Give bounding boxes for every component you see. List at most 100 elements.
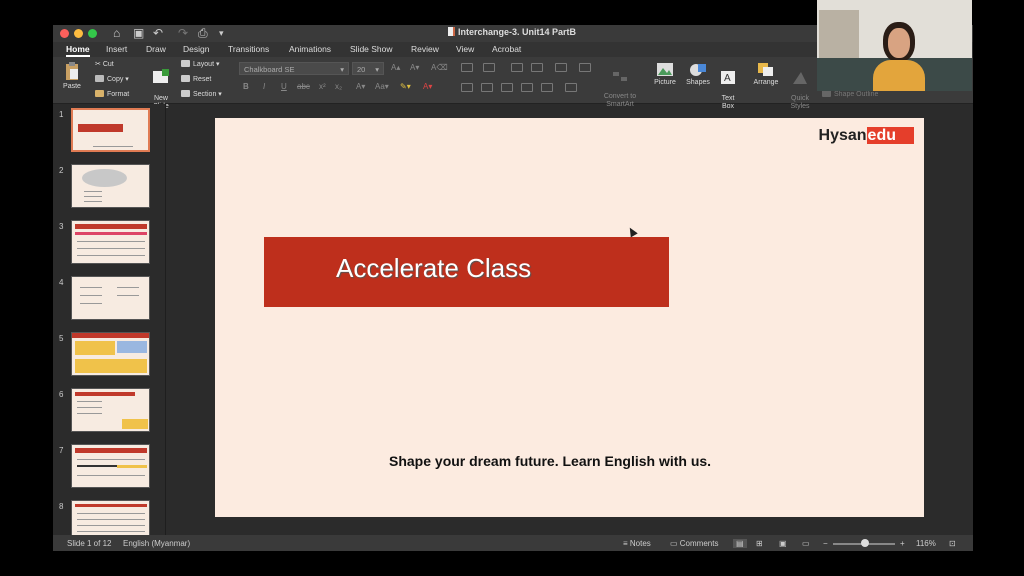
text-box-button[interactable]: A Text Box bbox=[716, 62, 740, 111]
align-right-icon[interactable] bbox=[501, 83, 513, 92]
customize-toolbar-icon[interactable]: ▾ bbox=[219, 26, 224, 41]
tab-animations[interactable]: Animations bbox=[289, 44, 331, 54]
thumbnail-preview bbox=[71, 276, 150, 320]
zoom-window-button[interactable] bbox=[88, 29, 97, 38]
home-icon[interactable]: ⌂ bbox=[113, 26, 120, 41]
smartart-icon bbox=[613, 72, 627, 81]
status-bar: Slide 1 of 12 English (Myanmar) ≡ Notes … bbox=[53, 535, 973, 551]
slide-canvas[interactable]: Hysanedu Accelerate Class Shape your dre… bbox=[215, 118, 924, 517]
decrease-font-icon[interactable]: A▾ bbox=[410, 63, 419, 72]
svg-text:A: A bbox=[724, 73, 731, 84]
tab-home[interactable]: Home bbox=[66, 44, 90, 57]
quick-styles-button[interactable]: Quick Styles bbox=[786, 62, 814, 111]
close-window-button[interactable] bbox=[60, 29, 69, 38]
decrease-indent-icon[interactable] bbox=[511, 63, 523, 72]
shapes-button[interactable]: Shapes bbox=[684, 62, 712, 86]
save-icon[interactable]: ▣ bbox=[133, 26, 144, 41]
font-color-icon[interactable]: A▾ bbox=[423, 82, 432, 91]
layout-icon bbox=[181, 60, 190, 67]
format-painter-button[interactable]: Format bbox=[95, 90, 129, 98]
title-banner[interactable]: Accelerate Class bbox=[264, 237, 669, 307]
layout-button[interactable]: Layout ▾ bbox=[181, 60, 220, 68]
slideshow-view-icon[interactable]: ▭ bbox=[802, 539, 810, 548]
thumbnail-preview bbox=[71, 388, 150, 432]
shape-outline-button[interactable]: Shape Outline bbox=[822, 90, 878, 98]
document-title: Interchange-3. Unit14 PartB bbox=[448, 27, 576, 37]
zoom-slider-handle[interactable] bbox=[861, 539, 869, 547]
outline-icon bbox=[822, 90, 831, 97]
cut-button[interactable]: ✂ Cut bbox=[95, 60, 114, 68]
scissors-icon: ✂ bbox=[95, 61, 103, 68]
strikethrough-icon[interactable]: abc bbox=[297, 82, 310, 91]
zoom-in-icon[interactable]: + bbox=[900, 539, 905, 548]
reset-button[interactable]: Reset bbox=[181, 75, 211, 83]
underline-icon[interactable]: U bbox=[281, 82, 287, 91]
slide-sorter-icon[interactable]: ⊞ bbox=[756, 539, 763, 548]
clear-format-icon[interactable]: A⌫ bbox=[431, 63, 448, 72]
slide-tagline[interactable]: Shape your dream future. Learn English w… bbox=[389, 453, 711, 469]
undo-icon[interactable]: ↶ bbox=[153, 26, 163, 41]
minimize-window-button[interactable] bbox=[74, 29, 83, 38]
arrange-button[interactable]: Arrange bbox=[752, 62, 780, 86]
chevron-down-icon: ▾ bbox=[375, 65, 379, 74]
line-spacing-icon[interactable] bbox=[555, 63, 567, 72]
numbering-icon[interactable] bbox=[483, 63, 495, 72]
justify-icon[interactable] bbox=[521, 83, 533, 92]
picture-button[interactable]: Picture bbox=[651, 62, 679, 86]
slide-thumbnails-panel[interactable]: 1 2 3 4 5 6 7 8 bbox=[53, 104, 166, 544]
tab-acrobat[interactable]: Acrobat bbox=[492, 44, 521, 54]
text-effects-icon[interactable]: A▾ bbox=[356, 82, 365, 91]
language-indicator[interactable]: English (Myanmar) bbox=[123, 539, 190, 548]
increase-indent-icon[interactable] bbox=[531, 63, 543, 72]
hysanedu-logo: Hysanedu bbox=[819, 127, 914, 145]
copy-button[interactable]: Copy ▾ bbox=[95, 75, 129, 83]
shapes-icon bbox=[690, 64, 706, 76]
tab-view[interactable]: View bbox=[456, 44, 474, 54]
columns-icon[interactable] bbox=[579, 63, 591, 72]
document-icon bbox=[448, 27, 455, 36]
fit-to-window-icon[interactable]: ⊡ bbox=[949, 539, 956, 548]
comment-icon: ▭ bbox=[670, 539, 680, 548]
picture-icon bbox=[657, 63, 673, 76]
subscript-icon[interactable]: x₂ bbox=[335, 82, 342, 91]
thumbnail-preview bbox=[71, 444, 150, 488]
print-icon[interactable]: ⎙ bbox=[198, 26, 208, 41]
italic-icon[interactable]: I bbox=[263, 82, 265, 91]
font-size-select[interactable]: 20 ▾ bbox=[352, 62, 384, 75]
tab-insert[interactable]: Insert bbox=[106, 44, 127, 54]
superscript-icon[interactable]: x² bbox=[319, 82, 326, 91]
font-name-select[interactable]: Chalkboard SE ▾ bbox=[239, 62, 349, 75]
zoom-out-icon[interactable]: − bbox=[823, 539, 828, 548]
tab-draw[interactable]: Draw bbox=[146, 44, 166, 54]
reading-view-icon[interactable]: ▣ bbox=[779, 539, 787, 548]
align-center-icon[interactable] bbox=[481, 83, 493, 92]
convert-to-smartart-button[interactable]: Convert to SmartArt bbox=[601, 63, 639, 109]
slide-title[interactable]: Accelerate Class bbox=[336, 253, 531, 284]
thumbnail-preview bbox=[71, 220, 150, 264]
notes-button[interactable]: ≡ Notes bbox=[623, 539, 651, 548]
bullets-icon[interactable] bbox=[461, 63, 473, 72]
zoom-level[interactable]: 116% bbox=[916, 539, 936, 548]
normal-view-icon[interactable]: ▤ bbox=[733, 539, 747, 548]
change-case-icon[interactable]: Aa▾ bbox=[375, 82, 389, 91]
text-direction-icon[interactable] bbox=[541, 83, 553, 92]
quick-styles-icon bbox=[793, 72, 807, 84]
increase-font-icon[interactable]: A▴ bbox=[391, 63, 400, 72]
thumbnail-preview bbox=[71, 164, 150, 208]
bold-icon[interactable]: B bbox=[243, 82, 249, 91]
new-slide-icon bbox=[153, 69, 169, 83]
align-left-icon[interactable] bbox=[461, 83, 473, 92]
tab-review[interactable]: Review bbox=[411, 44, 439, 54]
tab-design[interactable]: Design bbox=[183, 44, 209, 54]
paste-button[interactable]: Paste bbox=[59, 61, 85, 90]
slide-counter: Slide 1 of 12 bbox=[67, 539, 112, 548]
tab-transitions[interactable]: Transitions bbox=[228, 44, 269, 54]
section-button[interactable]: Section ▾ bbox=[181, 90, 222, 98]
tab-slide-show[interactable]: Slide Show bbox=[350, 44, 393, 54]
highlight-icon[interactable]: ✎▾ bbox=[400, 82, 411, 91]
text-box-icon: A bbox=[721, 71, 735, 84]
comments-button[interactable]: ▭ Comments bbox=[670, 539, 718, 548]
redo-icon[interactable]: ↷ bbox=[178, 26, 188, 41]
thumbnail-preview bbox=[71, 108, 150, 152]
align-text-icon[interactable] bbox=[565, 83, 577, 92]
